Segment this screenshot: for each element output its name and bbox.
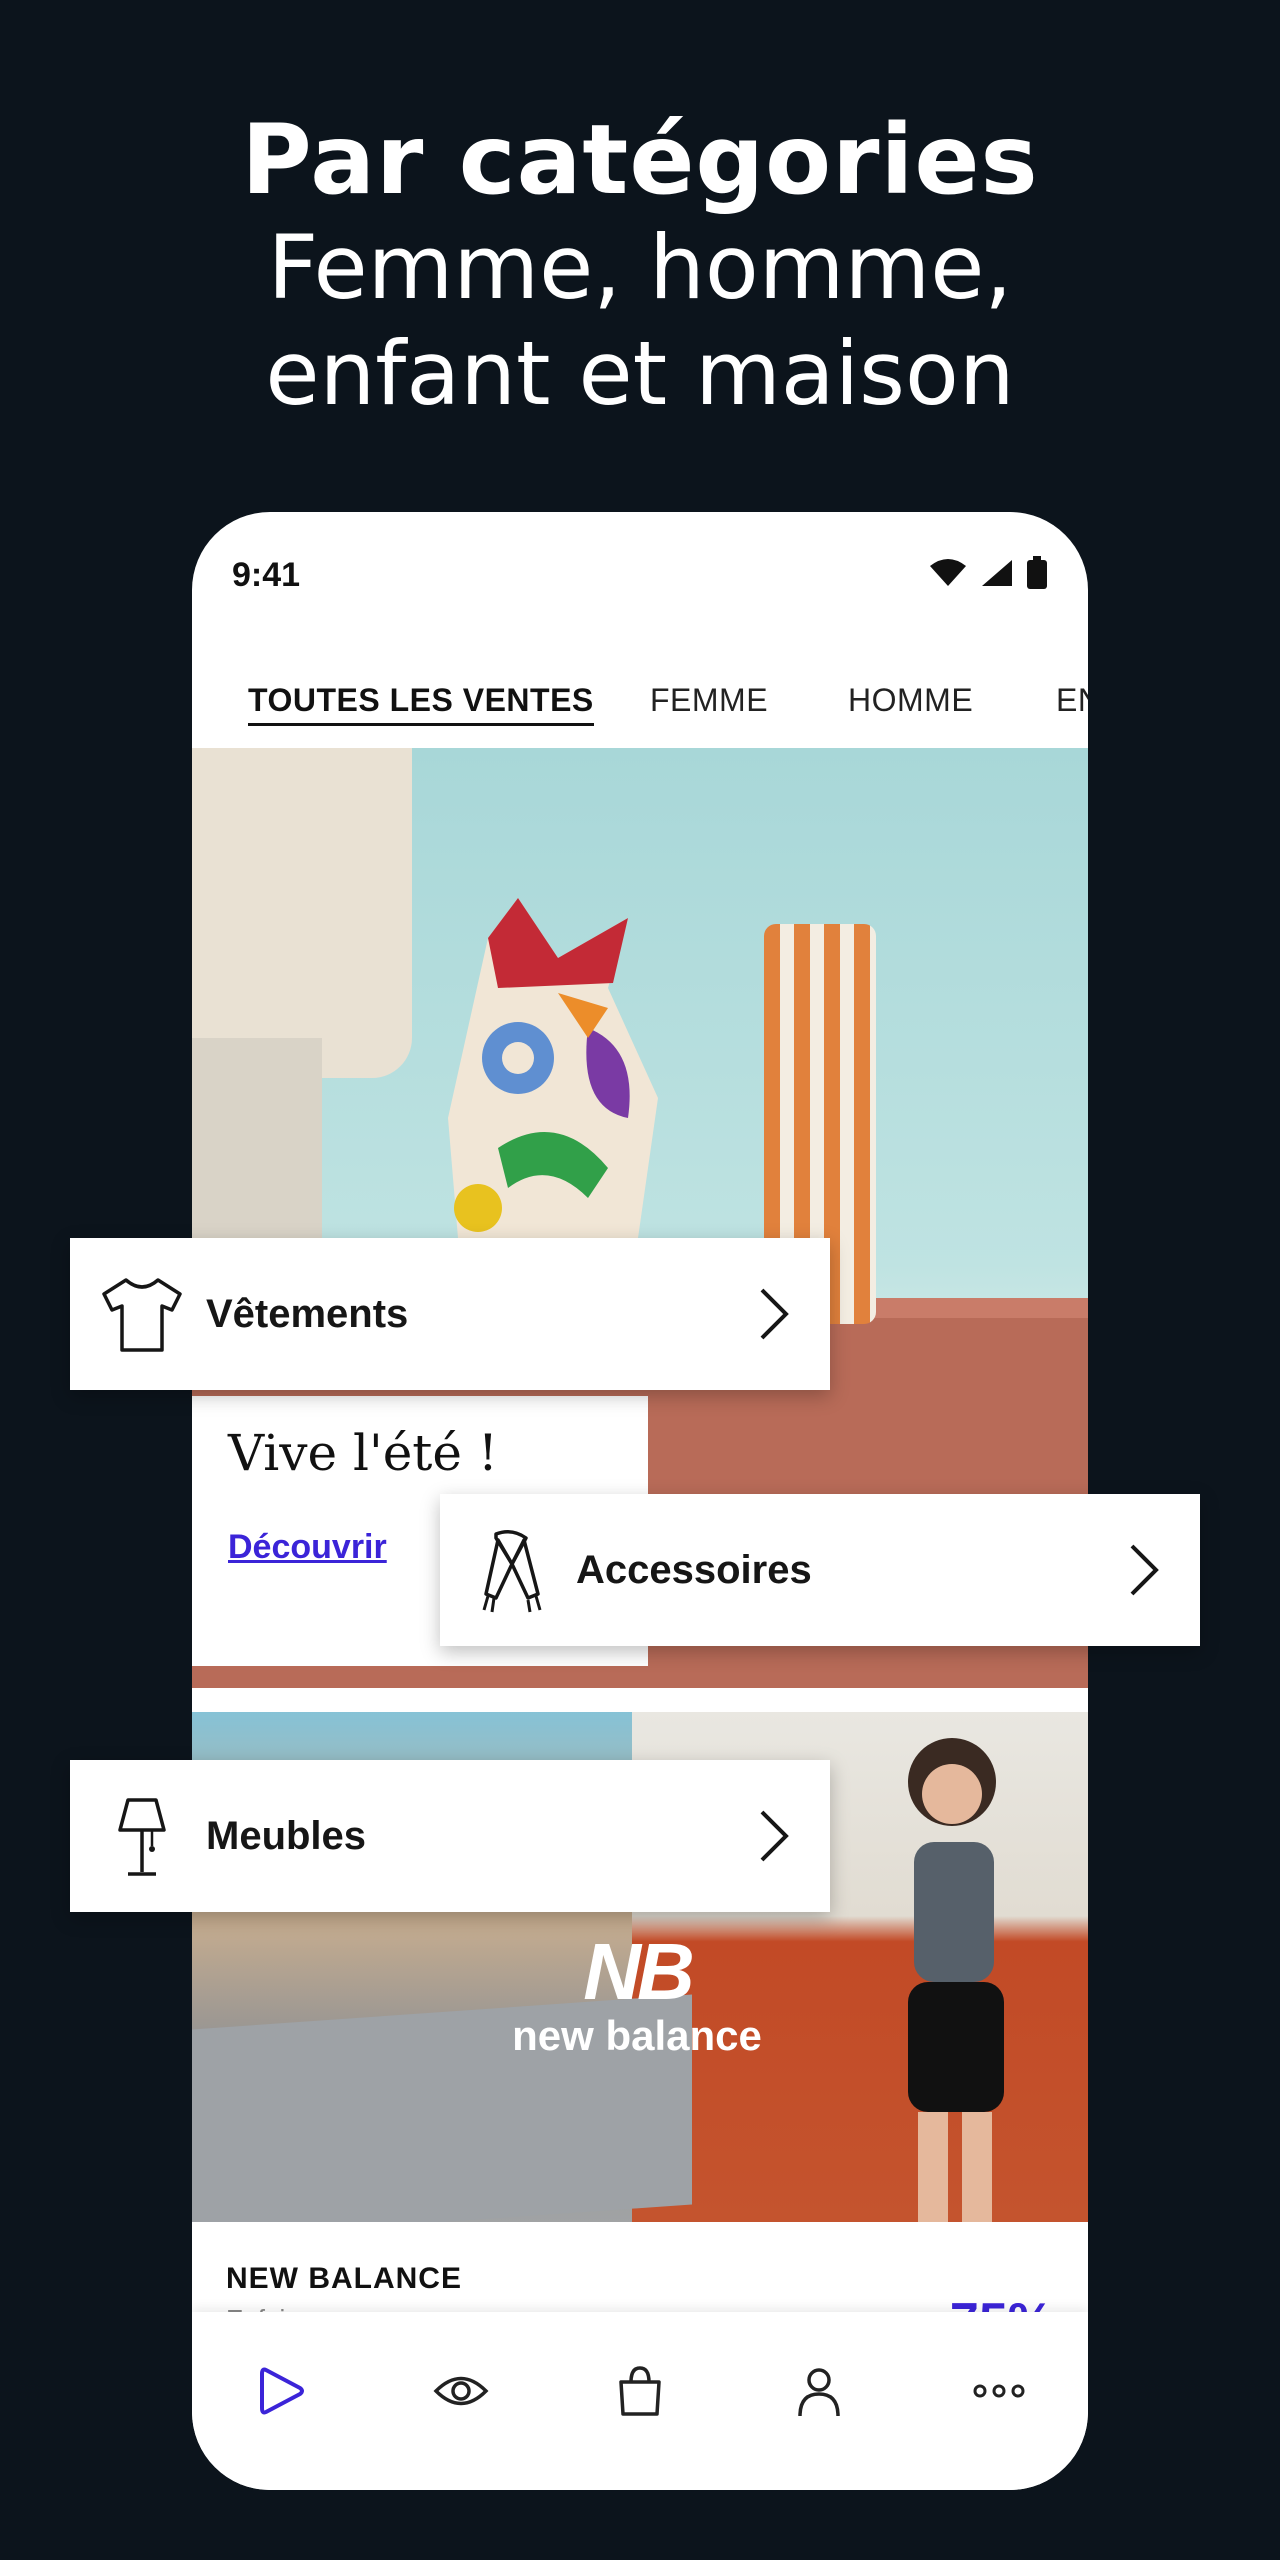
awning	[192, 748, 412, 1078]
tshirt-icon	[102, 1278, 182, 1352]
battery-icon	[1027, 556, 1047, 589]
new-balance-logo: NB new balance	[512, 1927, 762, 2060]
play-icon	[260, 2367, 304, 2415]
tab-homme[interactable]: HOMME	[848, 682, 973, 719]
chevron-right-icon	[760, 1288, 789, 1340]
bag-icon	[619, 2366, 661, 2416]
bottom-navigation	[192, 2312, 1088, 2490]
nav-more[interactable]	[964, 2356, 1034, 2426]
headline-title: Par catégories	[241, 104, 1039, 216]
promo-title: Vive l'été !	[228, 1424, 498, 1482]
category-label: Accessoires	[576, 1548, 812, 1592]
tab-enfant[interactable]: EN	[1056, 682, 1088, 719]
lamp-icon	[118, 1798, 166, 1876]
brand-sale-info[interactable]: NEW BALANCE Enfair -75%	[192, 2242, 1088, 2351]
headline-line-3: enfant et maison	[265, 322, 1015, 425]
more-icon	[973, 2384, 1025, 2398]
category-label: Meubles	[206, 1814, 367, 1858]
chevron-right-icon	[760, 1810, 789, 1862]
tab-toutes-les-ventes[interactable]: TOUTES LES VENTES	[248, 682, 594, 726]
signal-icon	[982, 560, 1012, 586]
wifi-icon	[930, 559, 966, 586]
discover-link[interactable]: Découvrir	[228, 1528, 387, 1567]
ceramic-bird-sculpture	[448, 898, 658, 1238]
tab-femme[interactable]: FEMME	[650, 682, 768, 719]
scarf-icon	[482, 1530, 542, 1613]
nav-bag[interactable]	[605, 2356, 675, 2426]
category-label: Vêtements	[206, 1292, 409, 1336]
model-photo	[908, 1738, 1004, 2222]
nav-profile[interactable]	[784, 2356, 854, 2426]
eye-icon	[433, 2376, 489, 2406]
category-tabs: TOUTES LES VENTES FEMME HOMME EN	[192, 662, 1088, 748]
category-card-accessoires[interactable]: Accessoires	[440, 1494, 1200, 1646]
brand-name: NEW BALANCE	[226, 2262, 462, 2295]
headline: Par catégories Femme, homme, enfant et m…	[0, 105, 1280, 427]
category-card-vetements[interactable]: Vêtements	[70, 1238, 830, 1390]
status-bar: 9:41	[192, 512, 1088, 642]
chevron-right-icon	[1130, 1544, 1159, 1596]
profile-icon	[798, 2368, 840, 2417]
nav-watch[interactable]	[426, 2356, 496, 2426]
nav-home[interactable]	[246, 2356, 316, 2426]
category-card-meubles[interactable]: Meubles	[70, 1760, 830, 1912]
headline-line-2: Femme, homme,	[267, 216, 1013, 319]
status-time: 9:41	[232, 556, 301, 594]
